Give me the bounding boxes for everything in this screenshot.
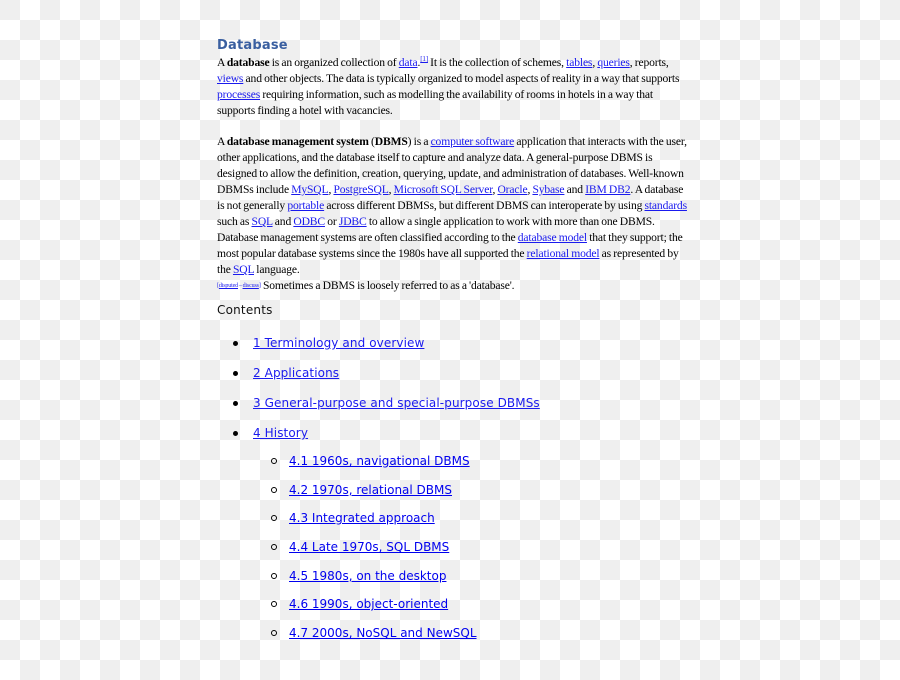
intro-paragraph: A database is an organized collection of… xyxy=(217,55,687,119)
circle-bullet-icon xyxy=(271,458,277,464)
bullet-icon xyxy=(233,431,238,436)
bold-term: database xyxy=(226,56,270,69)
text: across different DBMSs, but different DB… xyxy=(324,199,645,212)
toc-link-applications[interactable]: 2 Applications xyxy=(253,366,339,380)
bullet-icon xyxy=(233,401,238,406)
toc-link-late-1970s[interactable]: 4.4 Late 1970s, SQL DBMS xyxy=(289,540,449,554)
bold-term: DBMS xyxy=(374,135,408,148)
text: and other objects. The data is typically… xyxy=(243,72,680,85)
circle-bullet-icon xyxy=(271,572,277,579)
toc-link-1980s[interactable]: 4.5 1980s, on the desktop xyxy=(289,569,446,583)
toc-link-integrated[interactable]: 4.3 Integrated approach xyxy=(289,511,435,525)
link-odbc[interactable]: ODBC xyxy=(293,215,325,228)
text: ) is a xyxy=(407,135,431,148)
toc-subitem: 4.2 1970s, relational DBMS xyxy=(217,481,477,510)
table-of-contents: 1 Terminology and overview 2 Application… xyxy=(217,334,540,454)
link-processes[interactable]: processes xyxy=(217,88,260,101)
text: or xyxy=(324,215,339,228)
circle-bullet-icon xyxy=(271,601,277,608)
link-portable[interactable]: portable xyxy=(287,199,324,212)
bold-term: database management system xyxy=(226,135,369,148)
bullet-icon xyxy=(233,371,238,376)
reference-link[interactable]: [1] xyxy=(420,55,428,63)
circle-bullet-icon xyxy=(271,515,277,522)
text: and xyxy=(564,183,586,196)
toc-link-general-purpose[interactable]: 3 General-purpose and special-purpose DB… xyxy=(253,396,540,410)
text: A xyxy=(217,135,227,148)
bullet-icon xyxy=(233,341,238,346)
link-jdbc[interactable]: JDBC xyxy=(339,215,367,228)
link-microsoft-sql-server[interactable]: Microsoft SQL Server xyxy=(394,183,493,196)
link-tables[interactable]: tables xyxy=(566,56,592,69)
link-ibm-db2[interactable]: IBM DB2 xyxy=(585,183,630,196)
text: requiring information, such as modelling… xyxy=(217,88,653,117)
toc-link-2000s[interactable]: 4.7 2000s, NoSQL and NewSQL xyxy=(289,626,477,640)
history-subcontents: 4.1 1960s, navigational DBMS 4.2 1970s, … xyxy=(217,452,477,653)
toc-subitem: 4.4 Late 1970s, SQL DBMS xyxy=(217,538,477,567)
text: language. xyxy=(254,263,300,276)
text: and xyxy=(272,215,294,228)
toc-subitem: 4.1 1960s, navigational DBMS xyxy=(217,452,477,481)
dbms-paragraph: A database management system (DBMS) is a… xyxy=(217,134,687,294)
link-standards[interactable]: standards xyxy=(645,199,688,212)
contents-heading: Contents xyxy=(217,303,273,317)
toc-subitem: 4.7 2000s, NoSQL and NewSQL xyxy=(217,624,477,653)
circle-bullet-icon xyxy=(271,486,277,493)
toc-link-1990s[interactable]: 4.6 1990s, object-oriented xyxy=(289,597,448,611)
link-oracle[interactable]: Oracle xyxy=(497,183,527,196)
link-relational-model[interactable]: relational model xyxy=(527,247,600,260)
link-mysql[interactable]: MySQL xyxy=(291,183,328,196)
reference-1[interactable]: [1] xyxy=(420,55,428,63)
link-sql-language[interactable]: SQL xyxy=(233,263,254,276)
link-sybase[interactable]: Sybase xyxy=(532,183,564,196)
text: Sometimes a DBMS is loosely referred to … xyxy=(260,279,515,292)
toc-subitem: 4.5 1980s, on the desktop xyxy=(217,567,477,596)
link-disputed[interactable]: disputed xyxy=(219,283,238,289)
link-computer-software[interactable]: computer software xyxy=(431,135,515,148)
link-postgresql[interactable]: PostgreSQL xyxy=(333,183,388,196)
toc-link-1970s[interactable]: 4.2 1970s, relational DBMS xyxy=(289,483,452,497)
toc-link-history[interactable]: 4 History xyxy=(253,426,308,440)
text: , reports, xyxy=(629,56,669,69)
link-discuss[interactable]: discuss xyxy=(243,283,259,289)
text: is an organized collection of xyxy=(269,56,399,69)
toc-item: 1 Terminology and overview xyxy=(217,334,540,364)
toc-item: 2 Applications xyxy=(217,364,540,394)
text: It is the collection of schemes, xyxy=(427,56,567,69)
link-sql[interactable]: SQL xyxy=(252,215,273,228)
toc-subitem: 4.3 Integrated approach xyxy=(217,509,477,538)
link-queries[interactable]: queries xyxy=(597,56,630,69)
link-views[interactable]: views xyxy=(217,72,243,85)
toc-item: 3 General-purpose and special-purpose DB… xyxy=(217,394,540,424)
disputed-tag: [disputed – discuss] xyxy=(217,283,261,289)
toc-subitem: 4.6 1990s, object-oriented xyxy=(217,595,477,624)
article: Database A database is an organized coll… xyxy=(217,37,687,294)
toc-link-terminology[interactable]: 1 Terminology and overview xyxy=(253,336,424,350)
toc-link-1960s[interactable]: 4.1 1960s, navigational DBMS xyxy=(289,454,470,468)
article-title: Database xyxy=(217,38,288,53)
link-database-model[interactable]: database model xyxy=(518,231,587,244)
link-data[interactable]: data xyxy=(399,56,418,69)
circle-bullet-icon xyxy=(271,630,277,637)
text: such as xyxy=(217,215,252,228)
circle-bullet-icon xyxy=(271,544,277,551)
text: A xyxy=(217,56,227,69)
toc-item: 4 History xyxy=(217,424,540,454)
